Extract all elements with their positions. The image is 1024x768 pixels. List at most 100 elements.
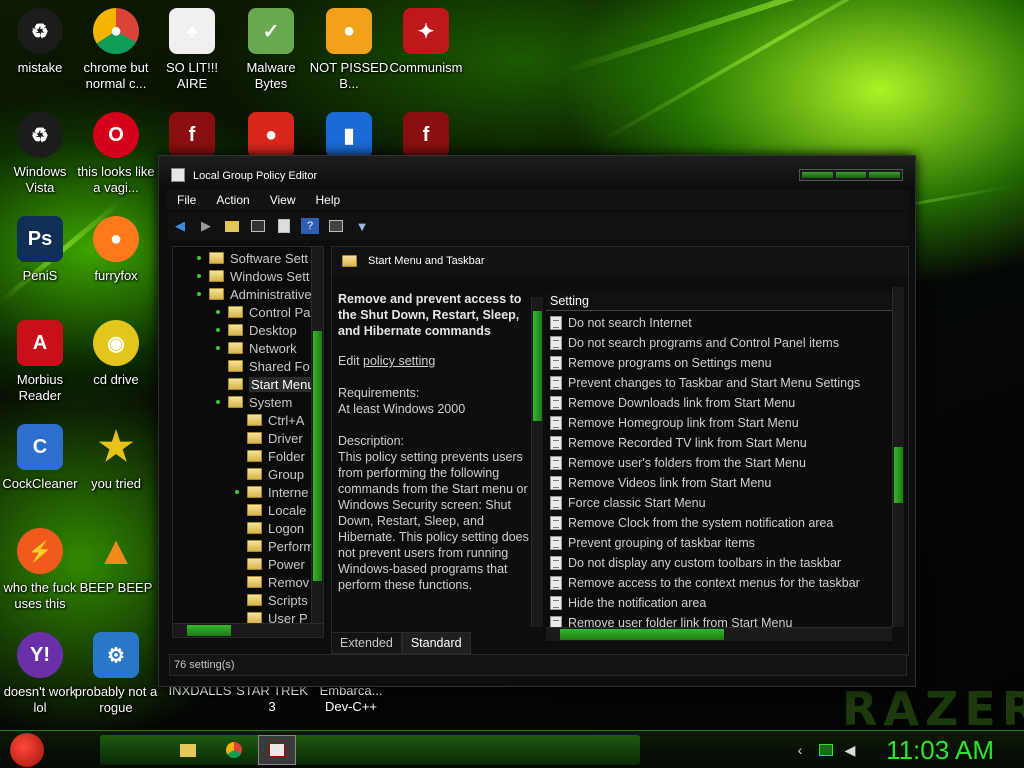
minimize-button[interactable] [802, 172, 833, 178]
clock[interactable]: 11:03 AM [886, 735, 994, 766]
tree-node[interactable]: System [216, 393, 292, 411]
title-bar[interactable]: Local Group Policy Editor [159, 156, 915, 190]
setting-row[interactable]: Prevent changes to Taskbar and Start Men… [550, 373, 860, 393]
desktop-icon[interactable]: ◉ cd drive [74, 320, 158, 388]
tree-node[interactable]: Start Menu [216, 375, 317, 393]
expand-indicator-icon[interactable] [197, 256, 201, 260]
expand-indicator-icon[interactable] [235, 490, 239, 494]
start-button[interactable] [10, 733, 44, 767]
setting-row[interactable]: Remove access to the context menus for t… [550, 573, 860, 593]
tree-node[interactable]: Desktop [216, 321, 297, 339]
setting-row[interactable]: Remove programs on Settings menu [550, 353, 772, 373]
desktop-icon[interactable]: ⚡ who the fuck uses this [0, 528, 82, 612]
expand-indicator-icon[interactable] [216, 310, 220, 314]
setting-row[interactable]: Remove user's folders from the Start Men… [550, 453, 806, 473]
back-icon[interactable]: ◀ [171, 218, 189, 234]
menu-action[interactable]: Action [206, 190, 259, 210]
tree-node[interactable]: Locale [235, 501, 306, 519]
volume-icon[interactable]: ◀ [838, 738, 862, 762]
desktop-icon-label[interactable]: Embarca... Dev-C++ [306, 683, 396, 715]
battery-icon[interactable] [814, 738, 838, 762]
desktop-icon[interactable]: ● chrome but normal c... [74, 8, 158, 92]
tree-node[interactable]: Folder [235, 447, 305, 465]
desktop-icon[interactable]: C CockCleaner [0, 424, 82, 492]
forward-icon[interactable]: ▶ [197, 218, 215, 234]
policy-editor-task-button[interactable] [258, 735, 296, 765]
close-button[interactable] [869, 172, 901, 178]
scrollbar-thumb[interactable] [533, 311, 542, 421]
desktop-icon[interactable]: Ps PeniS [0, 216, 82, 284]
desktop-icon[interactable]: ● NOT PISSED B... [307, 8, 391, 92]
setting-row[interactable]: Remove Clock from the system notificatio… [550, 513, 833, 533]
setting-row[interactable]: Remove Homegroup link from Start Menu [550, 413, 799, 433]
tree-vertical-scrollbar[interactable] [311, 247, 323, 625]
setting-row[interactable]: Force classic Start Menu [550, 493, 706, 513]
setting-row[interactable]: Remove Videos link from Start Menu [550, 473, 771, 493]
setting-row[interactable]: Remove user folder link from Start Menu [550, 613, 792, 627]
setting-row[interactable]: Do not search Internet [550, 313, 692, 333]
tree-node[interactable]: Group [235, 465, 304, 483]
desktop-icon[interactable]: ✦ Communism [384, 8, 468, 76]
setting-row[interactable]: Do not display any custom toolbars in th… [550, 553, 841, 573]
desktop-icon[interactable]: ● furryfox [74, 216, 158, 284]
folder-icon[interactable] [176, 738, 200, 762]
desktop-icon-label[interactable]: STAR TREK 3 [232, 683, 312, 715]
tree-node[interactable]: Software Sett [197, 249, 308, 267]
maximize-button[interactable] [835, 172, 867, 178]
show-hide-tree-icon[interactable] [249, 218, 267, 234]
desktop-icon[interactable]: ♠ SO LIT!!! AIRE [150, 8, 234, 92]
tree-node[interactable]: Logon [235, 519, 304, 537]
scrollbar-thumb[interactable] [894, 447, 903, 503]
desktop-icon[interactable]: ♻ Windows Vista [0, 112, 82, 196]
column-header-setting[interactable]: Setting [546, 293, 892, 311]
tree-node[interactable]: Network [216, 339, 297, 357]
export-list-icon[interactable] [275, 218, 293, 234]
setting-row[interactable]: Remove Recorded TV link from Start Menu [550, 433, 807, 453]
desktop-icon[interactable]: ♻ mistake [0, 8, 82, 76]
setting-row[interactable]: Prevent grouping of taskbar items [550, 533, 755, 553]
desktop-icon[interactable]: ▲ BEEP BEEP [74, 528, 158, 596]
tree-node[interactable]: Shared Fo [216, 357, 310, 375]
desktop-icon[interactable]: Othis looks like a vagi... [74, 112, 158, 196]
description-scrollbar[interactable] [531, 297, 543, 627]
tab-standard[interactable]: Standard [401, 632, 471, 654]
expand-indicator-icon[interactable] [216, 400, 220, 404]
scrollbar-thumb[interactable] [560, 629, 724, 640]
menu-help[interactable]: Help [306, 190, 351, 210]
help-icon[interactable]: ? [301, 218, 319, 234]
edit-policy-link[interactable]: policy setting [363, 354, 435, 368]
menu-file[interactable]: File [167, 190, 206, 210]
tree-node[interactable]: Control Pa [216, 303, 310, 321]
desktop-icon[interactable]: ✓ Malware Bytes [229, 8, 313, 92]
tree-node[interactable]: Power [235, 555, 305, 573]
menu-view[interactable]: View [260, 190, 306, 210]
arrow-icon[interactable]: ‹ [788, 738, 812, 762]
tree-node[interactable]: Perform [235, 537, 314, 555]
tree-node[interactable]: Driver [235, 429, 303, 447]
desktop-icon[interactable]: Y! doesn't work lol [0, 632, 82, 716]
tree-node[interactable]: Interne [235, 483, 308, 501]
desktop-icon[interactable]: ★ you tried [74, 424, 158, 492]
setting-row[interactable]: Remove Downloads link from Start Menu [550, 393, 795, 413]
tree-horizontal-scrollbar[interactable] [173, 623, 323, 637]
expand-indicator-icon[interactable] [197, 292, 201, 296]
tree-node[interactable]: Remov [235, 573, 309, 591]
desktop-icon[interactable]: ⚙ probably not a rogue [74, 632, 158, 716]
expand-indicator-icon[interactable] [197, 274, 201, 278]
tree-node[interactable]: Windows Sett [197, 267, 309, 285]
tab-extended[interactable]: Extended [331, 632, 402, 654]
expand-indicator-icon[interactable] [216, 328, 220, 332]
list-vertical-scrollbar[interactable] [892, 287, 904, 627]
tree-node[interactable]: Ctrl+A [235, 411, 304, 429]
properties-icon[interactable] [327, 218, 345, 234]
chrome-icon[interactable] [222, 738, 246, 762]
filter-icon[interactable]: ▼ [353, 218, 371, 234]
list-horizontal-scrollbar[interactable] [546, 627, 892, 641]
scrollbar-thumb[interactable] [313, 331, 322, 581]
setting-row[interactable]: Do not search programs and Control Panel… [550, 333, 839, 353]
tree-node[interactable]: Administrative [197, 285, 312, 303]
up-folder-icon[interactable] [223, 218, 241, 234]
scrollbar-thumb[interactable] [187, 625, 231, 636]
tree-node[interactable]: Scripts [235, 591, 308, 609]
desktop-icon[interactable]: A Morbius Reader [0, 320, 82, 404]
